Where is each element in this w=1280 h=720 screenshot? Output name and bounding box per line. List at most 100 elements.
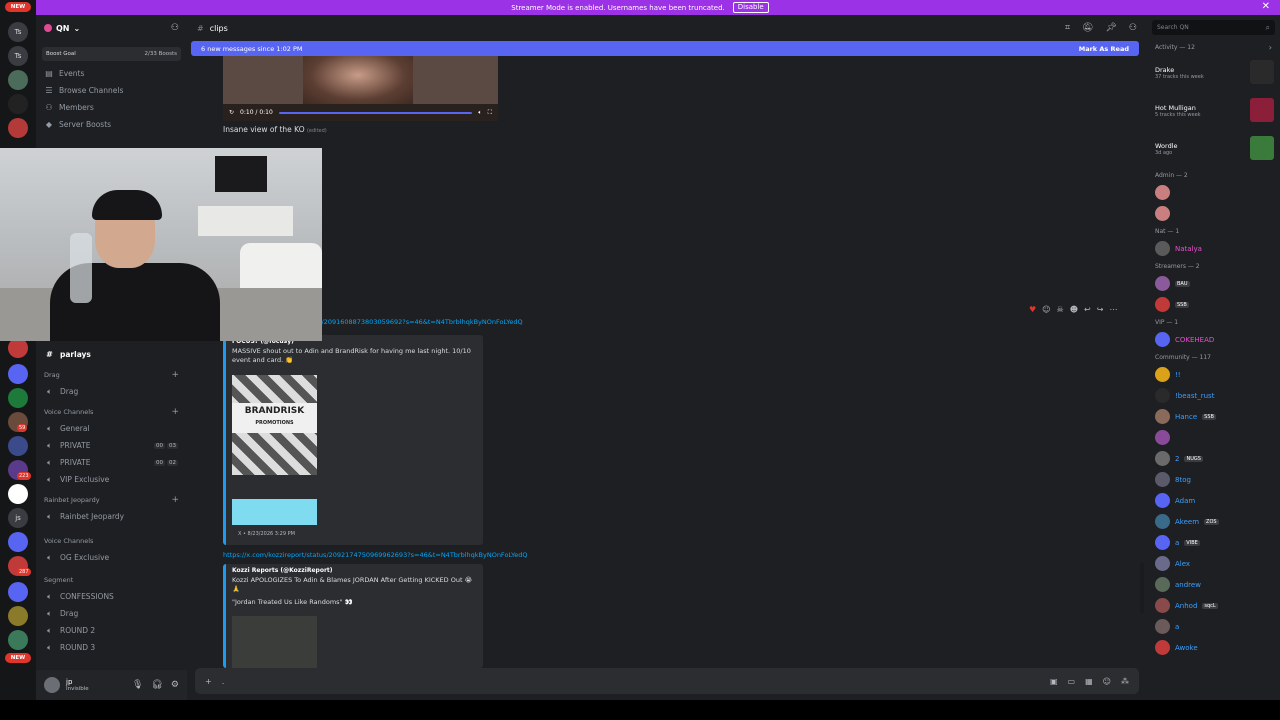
member-row[interactable]: BAU [1147,273,1280,294]
member-row[interactable]: SSB [1147,294,1280,315]
user-info[interactable]: jp Invisible [66,678,89,692]
activity-card[interactable]: Wordle 3d ago [1147,130,1280,168]
server-icon[interactable] [8,606,28,626]
member-row[interactable]: Akeem ZOS [1147,511,1280,532]
server-icon[interactable] [8,118,28,138]
voice-channel[interactable]: 🔈︎ Drag [36,383,187,400]
add-attachment-icon[interactable]: + [205,677,212,686]
message-input[interactable]: + . ▣ ▭ ▦ ☺ ⁂ [195,668,1139,694]
forward-icon[interactable]: ↪ [1097,305,1104,314]
voice-channel[interactable]: 🔈︎ ROUND 3 [36,639,187,656]
gift-icon[interactable]: ▣ [1050,677,1058,686]
channel-parlays[interactable]: # parlays [36,346,187,363]
member-row[interactable]: 8tog [1147,469,1280,490]
server-icon[interactable]: js [8,508,28,528]
headphones-icon[interactable]: 🎧︎ [151,680,162,690]
embed-image[interactable] [232,499,317,525]
activity-card[interactable]: Drake 37 tracks this week [1147,54,1280,92]
member-list-icon[interactable]: ⚇ [1129,23,1137,33]
embed-author[interactable]: Kozzi Reports (@KozziReport) [226,564,483,574]
message-input-text[interactable]: . [222,677,225,686]
voice-channel[interactable]: 🔈︎ VIP Exclusive [36,471,187,488]
server-icon[interactable] [8,338,28,358]
search-input[interactable]: Search QN ⌕ [1152,20,1275,35]
message-link[interactable]: https://x.com/kozzireport/status/2092174… [223,551,528,559]
microphone-icon[interactable]: 🎙︎ [132,680,143,690]
nav-members[interactable]: ⚇ Members [36,99,187,116]
category-voice-channels[interactable]: Voice Channels + [36,404,187,420]
reply-icon[interactable]: ↩ [1084,305,1091,314]
volume-icon[interactable]: 🔈︎ [478,109,482,117]
fullscreen-icon[interactable]: ⛶ [488,109,492,117]
chat-scrollbar[interactable] [1140,563,1144,613]
emoji-icon[interactable]: ☺ [1103,677,1111,686]
member-row[interactable]: Alex [1147,553,1280,574]
server-icon[interactable] [8,388,28,408]
member-row[interactable]: Anhod sqcL [1147,595,1280,616]
member-row[interactable] [1147,203,1280,224]
voice-channel[interactable]: 🔈︎ OG Exclusive [36,549,187,566]
invite-people-icon[interactable]: ⚇ [171,23,179,33]
nav-server-boosts[interactable]: ◆ Server Boosts [36,116,187,133]
member-row[interactable]: Natalya [1147,238,1280,259]
close-icon[interactable]: ✕ [1262,1,1270,12]
member-row[interactable]: COKEHEAD [1147,329,1280,350]
activity-header[interactable]: Activity — 12 › [1147,40,1280,54]
add-channel-icon[interactable]: + [171,370,179,380]
boost-goal[interactable]: Boost Goal 2/33 Boosts [42,47,181,61]
replay-icon[interactable]: ↻ [229,109,234,116]
video-progress[interactable] [278,111,473,114]
category-voice-channels[interactable]: Voice Channels [36,533,187,549]
embed-image[interactable]: BRANDRISK PROMOTIONS [232,375,317,475]
server-icon[interactable] [8,94,28,114]
server-icon[interactable] [8,70,28,90]
reaction-skull-icon[interactable]: ☠ [1057,305,1064,314]
disable-streamer-button[interactable]: Disable [732,2,769,13]
gif-icon[interactable]: ▭ [1068,677,1076,686]
gear-icon[interactable]: ⚙ [171,680,179,690]
voice-channel[interactable]: 🔈︎ PRIVATE 00 03 [36,437,187,454]
voice-channel[interactable]: 🔈︎ ROUND 2 [36,622,187,639]
nav-browse-channels[interactable]: ☰ Browse Channels [36,82,187,99]
mark-as-read-button[interactable]: Mark As Read [1079,45,1129,53]
embed-image[interactable] [232,616,317,668]
voice-channel[interactable]: 🔈︎ CONFESSIONS [36,588,187,605]
member-row[interactable]: Adam [1147,490,1280,511]
reaction-emoji-icon[interactable]: ☺ [1042,305,1050,314]
member-row[interactable] [1147,427,1280,448]
activity-card[interactable]: Hot Mulligan 5 tracks this week [1147,92,1280,130]
member-row[interactable]: Awoke [1147,637,1280,658]
member-row[interactable]: andrew [1147,574,1280,595]
add-channel-icon[interactable]: + [171,407,179,417]
apps-icon[interactable]: ⁂ [1121,677,1129,686]
new-messages-bar[interactable]: 6 new messages since 1:02 PM Mark As Rea… [191,41,1139,56]
reaction-heart-icon[interactable]: ♥ [1029,305,1036,314]
nav-events[interactable]: ▤ Events [36,65,187,82]
add-reaction-icon[interactable]: ☻ [1070,305,1078,314]
member-row[interactable]: 2 NUGS [1147,448,1280,469]
server-icon[interactable]: Ts [8,46,28,66]
category-segment[interactable]: Segment [36,572,187,588]
voice-channel[interactable]: 🔈︎ General [36,420,187,437]
server-icon[interactable] [8,436,28,456]
member-row[interactable]: a VIBE [1147,532,1280,553]
server-icon[interactable] [8,582,28,602]
member-row[interactable]: Hance SSB [1147,406,1280,427]
member-row[interactable]: a [1147,616,1280,637]
member-row[interactable] [1147,182,1280,203]
server-icon[interactable]: Ts [8,22,28,42]
server-icon[interactable] [8,364,28,384]
voice-channel[interactable]: 🔈︎ PRIVATE 00 02 [36,454,187,471]
server-icon[interactable] [8,630,28,650]
avatar[interactable] [44,677,60,693]
category-drag[interactable]: Drag + [36,367,187,383]
message-link[interactable]: …/2091608873803059692?s=46&t=N4TbrblhqkB… [315,318,523,326]
category-rainbet[interactable]: Rainbet Jeopardy + [36,492,187,508]
voice-channel[interactable]: 🔈︎ Drag [36,605,187,622]
server-icon[interactable] [8,484,28,504]
chevron-right-icon[interactable]: › [1269,43,1272,52]
notification-bell-icon[interactable]: 🔕︎ [1082,23,1093,33]
server-header[interactable]: QN ⌄ ⚇ [36,15,187,41]
more-icon[interactable]: ⋯ [1109,305,1117,314]
add-channel-icon[interactable]: + [171,495,179,505]
